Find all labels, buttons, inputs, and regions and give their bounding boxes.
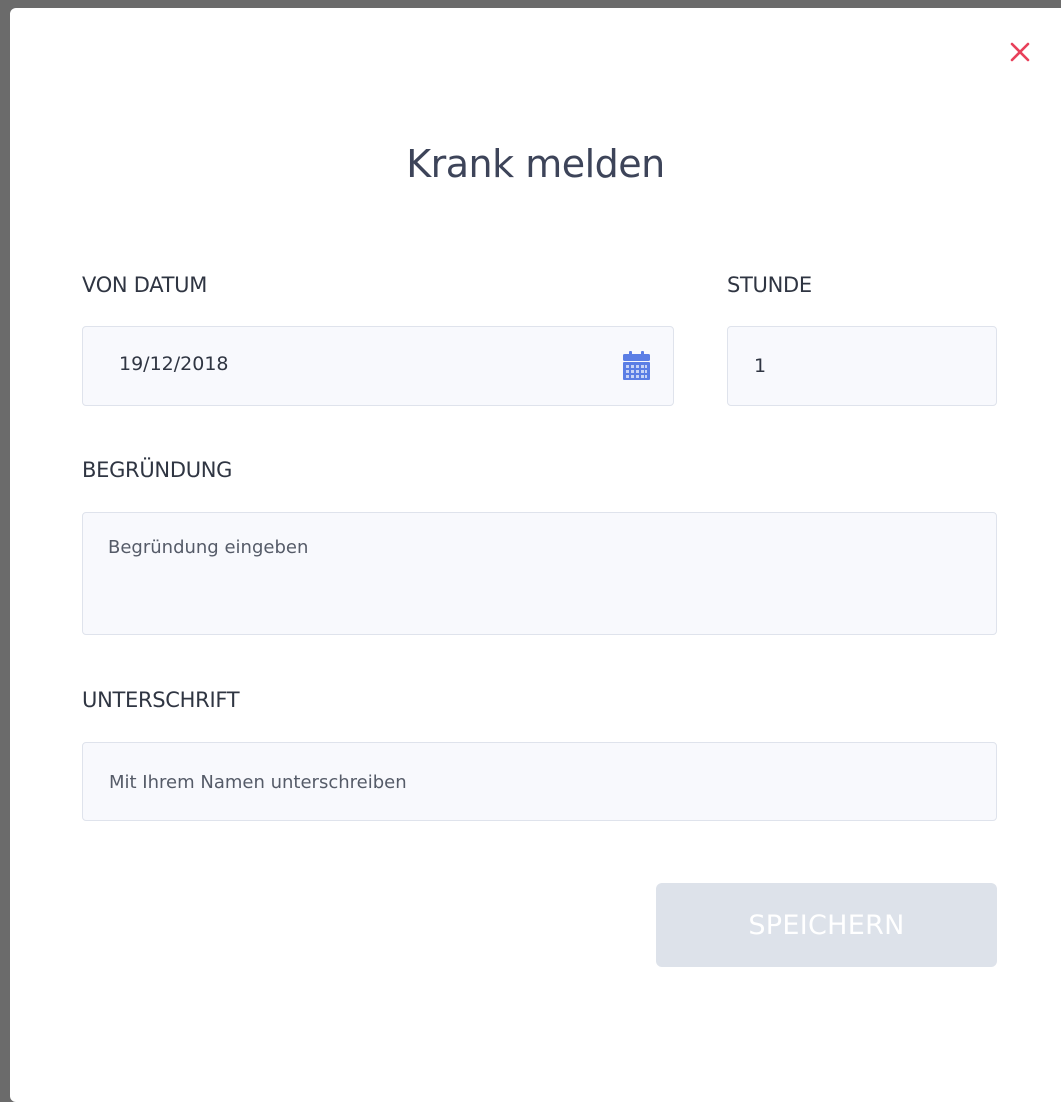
signature-placeholder: Mit Ihrem Namen unterschreiben: [109, 772, 407, 793]
hour-field[interactable]: 1: [727, 326, 997, 406]
from-date-value: 19/12/2018: [119, 353, 229, 375]
signature-label: UNTERSCHRIFT: [82, 688, 240, 712]
hour-label: STUNDE: [727, 273, 812, 297]
save-button[interactable]: SPEICHERN: [656, 883, 997, 967]
reason-label: BEGRÜNDUNG: [82, 458, 233, 482]
hour-value: 1: [754, 355, 767, 377]
reason-placeholder: Begründung eingeben: [108, 537, 309, 558]
calendar-icon[interactable]: [623, 351, 650, 385]
close-icon: [1009, 41, 1031, 68]
sick-report-dialog: Krank melden VON DATUM 19/12/2018 STUNDE…: [10, 8, 1061, 1102]
reason-textarea[interactable]: Begründung eingeben: [82, 512, 997, 635]
signature-input[interactable]: Mit Ihrem Namen unterschreiben: [82, 742, 997, 821]
close-button[interactable]: [1004, 38, 1036, 70]
from-date-label: VON DATUM: [82, 273, 208, 297]
from-date-field[interactable]: 19/12/2018: [82, 326, 674, 406]
dialog-title: Krank melden: [406, 142, 665, 186]
